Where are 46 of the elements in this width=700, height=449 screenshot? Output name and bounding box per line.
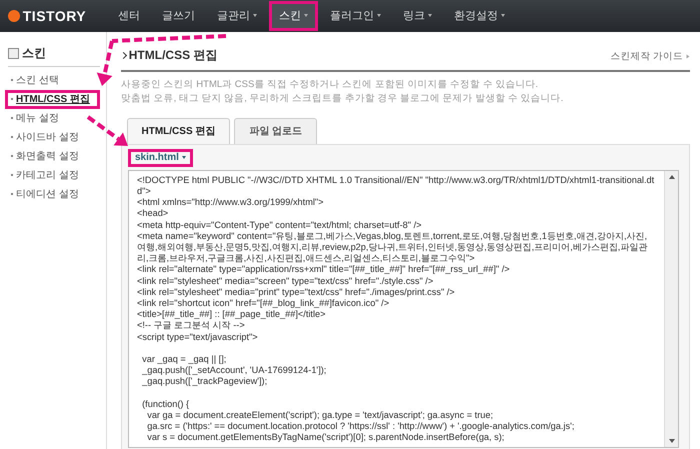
code-line: ga.src = ('https:' == document.location.protocol ? 'https://ssl' : 'http://www') + '.google-analytics.com/ga.js'; [146, 421, 576, 432]
description-text: 맞춤법 오류, 태그 닫지 않음, 무리하게 스크립트를 추가할 경우 블로그에 문제가 발생할 수 있습니다. [121, 92, 564, 106]
file-dropdown[interactable]: skin.html [128, 149, 193, 167]
code-line: <html xmlns="http://www.w3.org/1999/xhtml"> [137, 197, 325, 208]
sidebar-item[interactable]: 스킨 선택 [5, 71, 100, 90]
code-line: <meta http-equiv="Content-Type" content="text/html; charset=utf-8" /> [137, 220, 422, 231]
nav-menu-item[interactable]: 스킨 [269, 0, 318, 32]
code-line: _gaq.push(['_setAccount', 'UA-17699124-1']); [141, 365, 328, 376]
nav-menu-item[interactable]: 센터 [108, 0, 150, 32]
code-line: <link rel="stylesheet" media="screen" type="text/css" href="./style.css" /> [137, 276, 434, 287]
code-line: var s = document.getElementsByTagName('script')[0]; s.parentNode.insertBefore(ga, s); [146, 432, 506, 444]
code-line: _gaq.push(['_trackPageview']); [141, 376, 268, 388]
dashed-arrow [86, 115, 128, 146]
code-line: var _gaq = _gaq || []; [141, 354, 228, 366]
code-line: <title>[##_title_##] :: [##_page_title_##]</title> [137, 309, 326, 320]
nav-menu-item[interactable]: 링크 [393, 0, 442, 32]
brand-logo-text[interactable]: TISTORY [22, 6, 86, 26]
sidebar-item[interactable]: 티에디션 설정 [5, 185, 100, 204]
code-line: <link rel="stylesheet" media="print" type="text/css" href="./images/print.css" /> [137, 286, 456, 298]
sidebar-item[interactable]: 사이드바 설정 [5, 128, 100, 147]
code-line: <head> [137, 208, 170, 220]
code-line: (function() { [141, 398, 190, 410]
code-line: var ga = document.createElement('script'); ga.type = 'text/javascript'; ga.async = true; [146, 410, 494, 422]
guide-link[interactable]: 스킨제작 가이드 [610, 50, 690, 64]
code-line: <meta name="keyword" content="유팅,블로그,베가스,Vegas,blog,토렌트,torrent,로또,여행,당첨번호,1등번호,애견,강아지,사진,여행,해외여행,부동산,문명5,맛집,여행지,리뷰,review,p2p,당나귀,트위터,인터넷,동영상,동영상편집,프리미어,베가스편집,파일관리,크롬,브라우저,구글크롬,사진,사진편집,애드센스,리얼센스,티스토리,블로그수익"> [137, 230, 648, 264]
code-line: <!-- 구글 로그분석 시작 --> [137, 320, 246, 332]
logo-icon [8, 10, 20, 22]
sidebar-item[interactable]: 카테고리 설정 [5, 166, 100, 185]
nav-menu-item[interactable]: 플러그인 [320, 0, 392, 32]
sidebar-title: 스킨 [22, 45, 46, 62]
code-line: <link rel="alternate" type="application/rss+xml" title="[##_title_##]" href="[##_rss_url_##]" /> [137, 264, 511, 276]
code-line: <link rel="shortcut icon" href="[##_blog_link_##]favicon.ico" /> [137, 298, 390, 310]
code-line: <!DOCTYPE html PUBLIC "-//W3C//DTD XHTML 1.0 Transitional//EN" "http://www.w3.org/TR/xhtml1/DTD/xhtml1-transitional.dtd"> [137, 174, 656, 198]
page-icon [8, 48, 19, 58]
tab[interactable]: 파일 업로드 [234, 118, 318, 144]
nav-menu-item[interactable]: 글쓰기 [152, 0, 206, 32]
nav-menu-item[interactable]: 환경설정 [444, 0, 516, 32]
sidebar-item[interactable]: HTML/CSS 편집 [5, 90, 100, 109]
code-line: <script type="text/javascript"> [137, 332, 259, 343]
tab[interactable]: HTML/CSS 편집 [126, 118, 230, 144]
scrollbar[interactable] [664, 170, 678, 447]
description-text: 사용중인 스킨의 HTML과 CSS를 직접 수정하거나 스킨에 포함된 이미지를 수정할 수 있습니다. [121, 78, 540, 92]
sidebar-item[interactable]: 화면출력 설정 [5, 147, 100, 166]
page-title: HTML/CSS 편집 [128, 47, 218, 64]
sidebar-item[interactable]: 메뉴 설정 [5, 109, 100, 128]
nav-menu-item[interactable]: 글관리 [207, 0, 268, 32]
